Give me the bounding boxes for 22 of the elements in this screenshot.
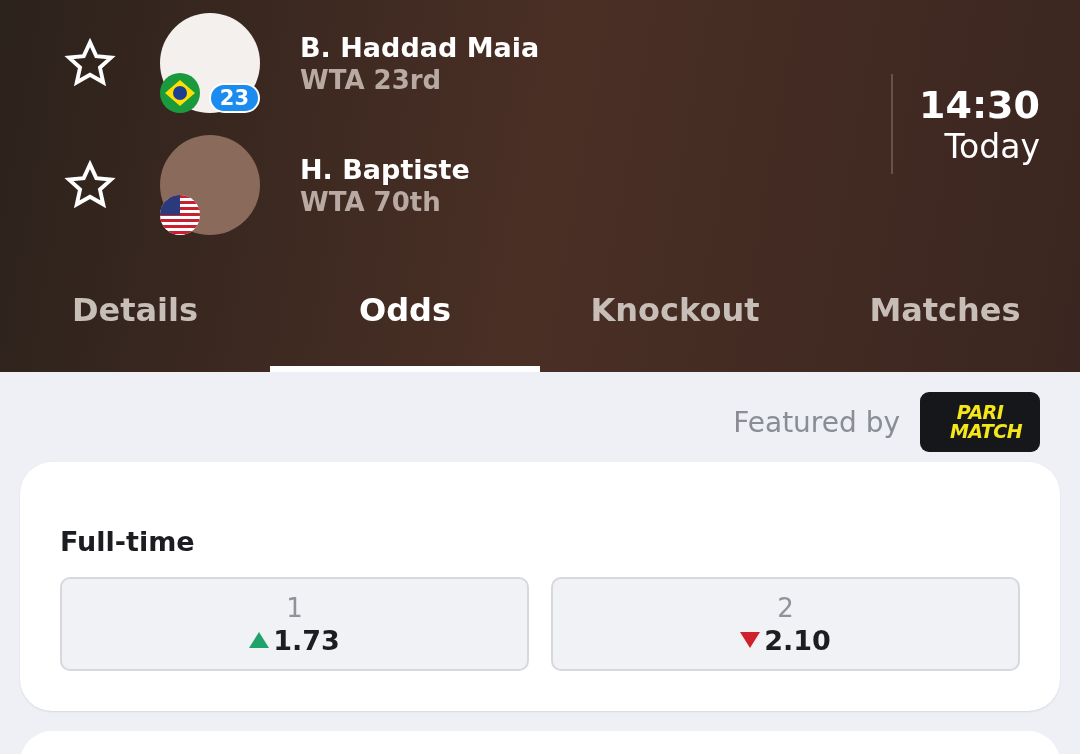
up-triangle-icon [249, 632, 270, 648]
flag-icon [160, 73, 200, 113]
player-name: H. Baptiste [300, 153, 470, 185]
player-ranking: WTA 70th [300, 186, 442, 217]
sponsor-logo[interactable]: PARI MATCH [920, 392, 1040, 452]
tab[interactable]: Details [0, 236, 270, 372]
match-time: 14:30 [919, 82, 1040, 127]
flag-icon [160, 195, 200, 235]
star-icon[interactable] [64, 159, 116, 211]
market-title: Full-time [60, 526, 196, 557]
player-ranking: WTA 23rd [300, 64, 443, 95]
down-triangle-icon [740, 632, 761, 648]
tab[interactable]: Knockout [540, 236, 810, 372]
odds-button[interactable]: 1 1.73 [60, 577, 529, 671]
tab[interactable]: Odds [270, 236, 540, 372]
star-icon[interactable] [64, 37, 116, 89]
player-name: B. Haddad Maia [300, 31, 540, 63]
featured-label: Featured by [733, 405, 900, 439]
seed-badge: 23 [208, 83, 260, 113]
tab[interactable]: Matches [810, 236, 1080, 372]
match-day: Today [944, 126, 1040, 166]
odds-button[interactable]: 2 2.10 [551, 577, 1020, 671]
